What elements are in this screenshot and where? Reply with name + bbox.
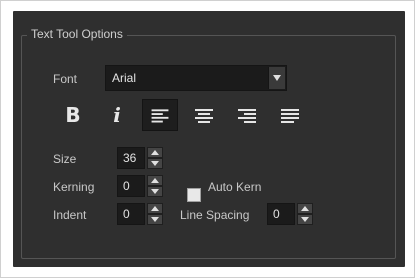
italic-icon: i [113,103,121,127]
font-value: Arial [112,71,137,85]
kerning-input[interactable]: 0 [117,175,145,197]
arrow-up-icon[interactable] [147,147,163,158]
arrow-down-icon[interactable] [147,186,163,197]
kerning-label: Kerning [53,180,95,194]
italic-button[interactable]: i [99,99,135,131]
size-label: Size [53,152,77,166]
line-spacing-stepper[interactable] [297,203,313,225]
arrow-down-icon[interactable] [147,158,163,169]
auto-kern-checkbox[interactable] [187,188,201,202]
align-right-button[interactable] [229,99,265,131]
indent-stepper[interactable] [147,203,163,225]
bold-icon: B [65,103,81,127]
align-left-icon [151,109,169,123]
align-right-icon [238,109,256,123]
font-label: Font [53,72,78,86]
font-dropdown[interactable]: Arial [105,65,287,91]
window-frame: Text Tool Options Font Arial B i Size 36… [0,0,415,278]
kerning-stepper[interactable] [147,175,163,197]
arrow-down-icon[interactable] [147,214,163,225]
align-center-button[interactable] [186,99,222,131]
line-spacing-label: Line Spacing [180,208,250,222]
arrow-down-icon[interactable] [297,214,313,225]
align-left-button[interactable] [142,99,178,131]
text-tool-options-panel: Text Tool Options Font Arial B i Size 36… [13,11,405,267]
arrow-up-icon[interactable] [297,203,313,214]
justify-icon [281,109,299,123]
bold-button[interactable]: B [55,99,91,131]
arrow-up-icon[interactable] [147,175,163,186]
group-title: Text Tool Options [27,27,127,41]
justify-button[interactable] [272,99,308,131]
indent-input[interactable]: 0 [117,203,145,225]
chevron-down-icon[interactable] [268,67,285,89]
size-stepper[interactable] [147,147,163,169]
size-input[interactable]: 36 [117,147,145,169]
arrow-up-icon[interactable] [147,203,163,214]
indent-label: Indent [53,208,87,222]
align-center-icon [195,109,213,123]
auto-kern-label[interactable]: Auto Kern [208,180,261,194]
line-spacing-input[interactable]: 0 [267,203,295,225]
